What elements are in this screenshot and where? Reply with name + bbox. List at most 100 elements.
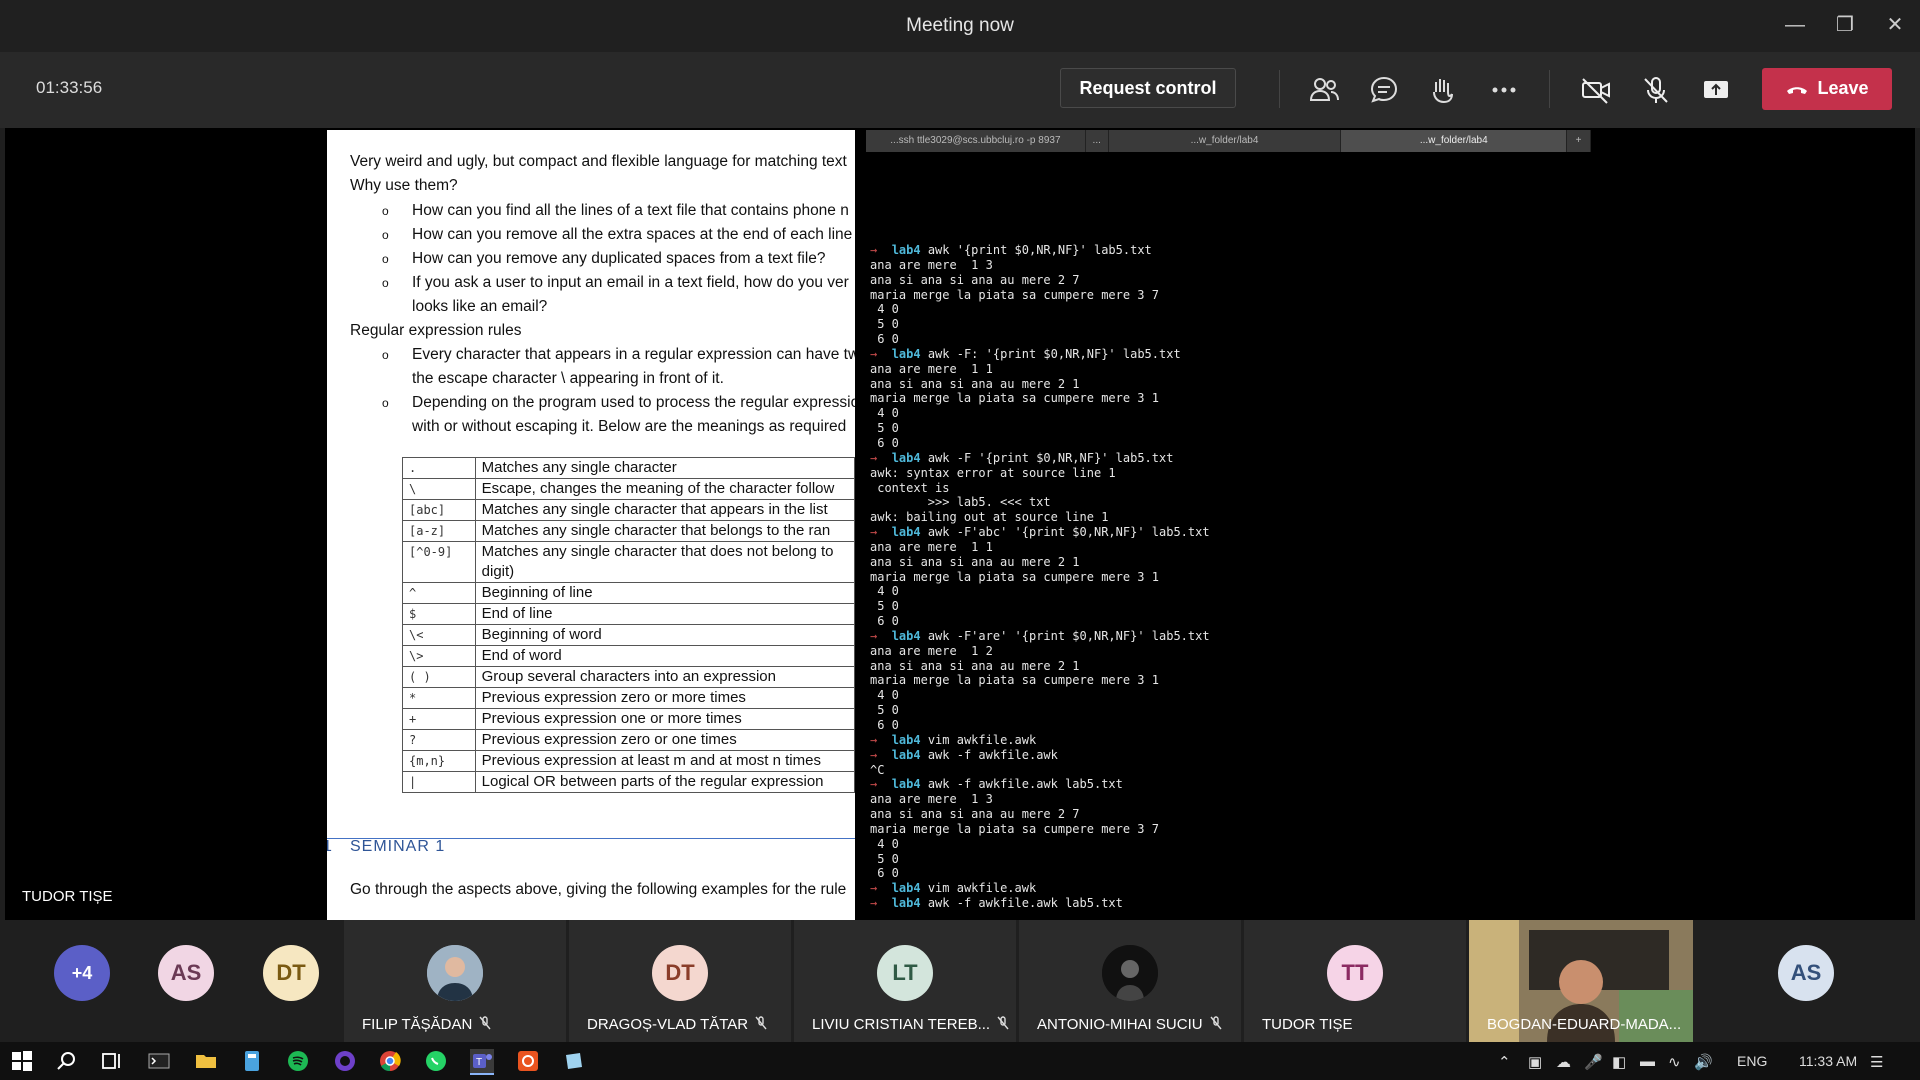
- terminal-tab[interactable]: ...ssh ttle3029@scs.ubbcluj.ro -p 8937: [866, 130, 1086, 152]
- avatar: TT: [1327, 945, 1383, 1001]
- request-control-button[interactable]: Request control: [1060, 68, 1236, 108]
- more-options-icon[interactable]: [1484, 70, 1524, 110]
- participant-tile[interactable]: FILIP TĂȘĂDAN: [344, 920, 566, 1042]
- terminal-tab-active[interactable]: ...w_folder/lab4: [1341, 130, 1568, 152]
- terminal-tabs: ...ssh ttle3029@scs.ubbcluj.ro -p 8937 .…: [866, 130, 1591, 152]
- microphone-icon[interactable]: 🎤: [1584, 1053, 1603, 1071]
- terminal-window: ...ssh ttle3029@scs.ubbcluj.ro -p 8937 .…: [866, 130, 1591, 920]
- mic-off-icon[interactable]: [1636, 70, 1676, 110]
- terminal-output-line: 5 0: [870, 599, 899, 614]
- window-title: Meeting now: [906, 15, 1014, 36]
- terminal-output-line: ana are mere 1 1: [870, 539, 993, 554]
- terminal-prompt-line: → lab4 awk -F'abc' '{print $0,NR,NF}' la…: [870, 525, 1210, 540]
- share-screen-icon[interactable]: [1696, 70, 1736, 110]
- terminal-output-line: ana si ana si ana au mere 2 1: [870, 554, 1080, 569]
- language-indicator[interactable]: ENG: [1737, 1053, 1767, 1069]
- close-icon[interactable]: ✕: [1875, 10, 1915, 40]
- prompt-arrow-icon: →: [870, 896, 892, 911]
- table-row: [abc] Matches any single character that a…: [402, 499, 855, 521]
- table-row: $ End of line: [402, 603, 855, 625]
- terminal-app-icon[interactable]: [147, 1049, 171, 1073]
- participant-tile[interactable]: LT LIVIU CRISTIAN TEREB...: [794, 920, 1016, 1042]
- doc-intro: Very weird and ugly, but compact and fle…: [350, 153, 847, 170]
- prompt-directory: lab4: [891, 777, 921, 792]
- prompt-command: awk -F: '{print $0,NR,NF}' lab5.txt: [920, 346, 1181, 361]
- terminal-tab[interactable]: ...w_folder/lab4: [1109, 130, 1342, 152]
- doc-bullet-cont: looks like an email?: [412, 298, 548, 315]
- seminar-heading: SEMINAR 1: [350, 838, 446, 855]
- github-icon[interactable]: [333, 1049, 357, 1073]
- meet-now-icon[interactable]: ▣: [1528, 1053, 1542, 1071]
- chrome-icon[interactable]: [378, 1049, 402, 1073]
- minimize-icon[interactable]: —: [1775, 10, 1815, 40]
- terminal-tab[interactable]: ...: [1086, 130, 1109, 152]
- mic-off-icon: [1209, 1016, 1223, 1034]
- notes-app-icon[interactable]: [562, 1049, 586, 1073]
- toolbar-divider: [1549, 70, 1550, 108]
- prompt-arrow-icon: →: [870, 346, 892, 361]
- mic-off-icon: [754, 1016, 768, 1034]
- svg-text:T: T: [476, 1057, 482, 1068]
- terminal-output[interactable]: → lab4 awk '{print $0,NR,NF}' lab5.txt an…: [870, 243, 1210, 911]
- title-bar: Meeting now — ❐ ✕: [0, 0, 1920, 53]
- participants-icon[interactable]: [1304, 70, 1344, 110]
- file-explorer-icon[interactable]: [194, 1049, 218, 1073]
- restore-icon[interactable]: ❐: [1825, 10, 1865, 40]
- chevron-up-icon[interactable]: ⌃: [1498, 1053, 1511, 1071]
- participant-tile[interactable]: DT DRAGOȘ-VLAD TĂTAR: [569, 920, 791, 1042]
- participant-video-tile[interactable]: BOGDAN-EDUARD-MADA...: [1469, 920, 1693, 1042]
- participant-name: DRAGOȘ-VLAD TĂTAR: [587, 1016, 768, 1034]
- terminal-output-line: ^C: [870, 762, 885, 777]
- spotify-icon[interactable]: [286, 1049, 310, 1073]
- leave-button[interactable]: Leave: [1762, 68, 1892, 110]
- notifications-icon[interactable]: ☰: [1870, 1053, 1883, 1071]
- clock[interactable]: 11:33 AM: [1799, 1053, 1857, 1069]
- terminal-output-line: ana are mere 1 2: [870, 643, 993, 658]
- avatar[interactable]: AS: [158, 945, 214, 1001]
- camera-off-icon[interactable]: [1576, 70, 1616, 110]
- terminal-output-line: 4 0: [870, 584, 899, 599]
- chat-icon[interactable]: [1364, 70, 1404, 110]
- prompt-directory: lab4: [891, 896, 921, 911]
- terminal-output-line: 6 0: [870, 332, 899, 347]
- task-view-icon[interactable]: [99, 1049, 123, 1073]
- avatar[interactable]: DT: [263, 945, 319, 1001]
- seminar-number: 1: [327, 838, 332, 855]
- participant-name: LIVIU CRISTIAN TEREB...: [812, 1016, 1010, 1034]
- prompt-directory: lab4: [891, 243, 921, 257]
- terminal-prompt-line: → lab4 awk '{print $0,NR,NF}' lab5.txt: [870, 243, 1210, 258]
- terminal-output-line: ana si ana si ana au mere 2 1: [870, 376, 1080, 391]
- regex-table: . Matches any single character \ Escape, c…: [402, 457, 855, 793]
- calculator-icon[interactable]: [240, 1049, 264, 1073]
- search-icon[interactable]: [55, 1049, 79, 1073]
- prompt-arrow-icon: →: [870, 525, 892, 540]
- prompt-arrow-icon: →: [870, 777, 892, 792]
- terminal-output-line: 4 0: [870, 688, 899, 703]
- terminal-output-line: 5 0: [870, 317, 899, 332]
- raise-hand-icon[interactable]: [1424, 70, 1464, 110]
- wifi-icon[interactable]: ∿: [1668, 1053, 1681, 1071]
- battery-icon[interactable]: ▬: [1640, 1053, 1655, 1070]
- windows-start-icon[interactable]: [10, 1049, 34, 1073]
- terminal-prompt-line: → lab4 vim awkfile.awk: [870, 733, 1210, 748]
- ubuntu-icon[interactable]: [516, 1049, 540, 1073]
- terminal-output-line: 5 0: [870, 421, 899, 436]
- terminal-output-line: 6 0: [870, 866, 899, 881]
- whatsapp-icon[interactable]: [424, 1049, 448, 1073]
- participant-tile[interactable]: TT TUDOR TIȘE: [1244, 920, 1466, 1042]
- doc-rules-heading: Regular expression rules: [350, 322, 522, 339]
- volume-icon[interactable]: 🔊: [1694, 1053, 1713, 1071]
- new-tab-button[interactable]: +: [1567, 130, 1591, 152]
- teams-icon[interactable]: T: [470, 1049, 494, 1075]
- table-row: \< Beginning of word: [402, 624, 855, 646]
- terminal-prompt-line: → lab4 awk -F'are' '{print $0,NR,NF}' la…: [870, 629, 1210, 644]
- more-participants-button[interactable]: +4: [54, 945, 110, 1001]
- screen-share-tray-icon[interactable]: ◧: [1612, 1053, 1626, 1071]
- terminal-output-line: ana are mere 1 3: [870, 257, 993, 272]
- participant-tile[interactable]: ANTONIO-MIHAI SUCIU: [1019, 920, 1241, 1042]
- onedrive-icon[interactable]: ☁: [1556, 1053, 1571, 1071]
- avatar[interactable]: AS: [1778, 945, 1834, 1001]
- terminal-output-line: 6 0: [870, 614, 899, 629]
- prompt-command: awk -F'are' '{print $0,NR,NF}' lab5.txt: [920, 628, 1210, 643]
- terminal-output-line: 4 0: [870, 302, 899, 317]
